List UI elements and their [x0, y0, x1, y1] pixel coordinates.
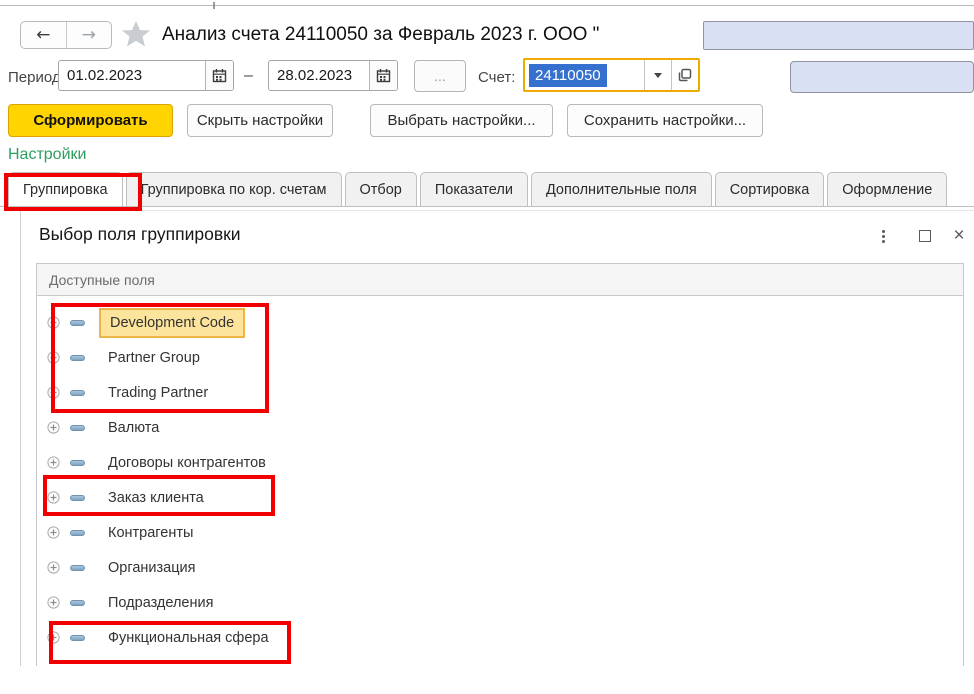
- expand-plus-icon[interactable]: [47, 596, 60, 609]
- tree-item-label: Контрагенты: [99, 520, 202, 546]
- field-tree: Development Code Partner Group Trading P…: [36, 296, 964, 666]
- tab-label: Группировка по кор. счетам: [141, 182, 327, 198]
- generate-button[interactable]: Сформировать: [8, 104, 173, 137]
- expand-plus-icon[interactable]: [47, 561, 60, 574]
- date-to-value[interactable]: 28.02.2023: [269, 61, 369, 90]
- splitter-tick[interactable]: [213, 2, 215, 9]
- field-icon: [70, 355, 85, 361]
- available-fields-table: Доступные поля Development Code Partner …: [36, 263, 964, 666]
- tree-item[interactable]: Подразделения: [37, 585, 963, 620]
- account-dropdown-button[interactable]: [644, 60, 671, 90]
- open-in-window-icon: [678, 68, 692, 82]
- window-top-divider: [0, 5, 974, 6]
- settings-tabs: Группировка Группировка по кор. счетам О…: [0, 172, 974, 207]
- dialog-title: Выбор поля группировки: [39, 224, 241, 245]
- tree-item[interactable]: Trading Partner: [37, 375, 963, 410]
- field-icon: [70, 425, 85, 431]
- tab-label: Дополнительные поля: [546, 182, 697, 198]
- tree-item[interactable]: Partner Group: [37, 340, 963, 375]
- tab-label: Оформление: [842, 182, 932, 198]
- date-to-field[interactable]: 28.02.2023: [268, 60, 398, 91]
- forward-button[interactable]: →: [67, 22, 112, 48]
- close-icon[interactable]: ×: [950, 227, 968, 245]
- tree-item[interactable]: Организация: [37, 550, 963, 585]
- hide-settings-button[interactable]: Скрыть настройки: [187, 104, 333, 137]
- tree-item-label: Функциональная сфера: [99, 625, 278, 651]
- period-label: Период:: [8, 69, 65, 86]
- tree-item-label: Development Code: [99, 308, 245, 338]
- account-field[interactable]: 24110050: [523, 58, 700, 92]
- tab-label: Отбор: [360, 182, 402, 198]
- tree-item[interactable]: Заказ клиента: [37, 480, 963, 515]
- tab-label: Сортировка: [730, 182, 810, 198]
- tree-item-label: Валюта: [99, 415, 168, 441]
- tab-label: Группировка: [23, 182, 108, 198]
- expand-plus-icon[interactable]: [47, 456, 60, 469]
- column-header: Доступные поля: [36, 263, 964, 296]
- field-icon: [70, 635, 85, 641]
- tree-item-label: Организация: [99, 555, 204, 581]
- expand-plus-icon[interactable]: [47, 351, 60, 364]
- account-analysis-window: ← → Анализ счета 24110050 за Февраль 202…: [0, 0, 974, 694]
- calendar-icon[interactable]: [369, 61, 397, 90]
- settings-tab-0[interactable]: Группировка: [8, 172, 123, 206]
- settings-tab-6[interactable]: Оформление: [827, 172, 947, 206]
- tree-item-label: Договоры контрагентов: [99, 450, 275, 476]
- tree-item[interactable]: Функциональная сфера: [37, 620, 963, 655]
- redacted-field: [790, 61, 974, 93]
- tree-item-label: Подразделения: [99, 590, 222, 616]
- field-icon: [70, 320, 85, 326]
- date-range-separator: –: [244, 67, 253, 85]
- account-value-area[interactable]: 24110050: [525, 60, 644, 90]
- field-icon: [70, 565, 85, 571]
- field-icon: [70, 390, 85, 396]
- expand-plus-icon[interactable]: [47, 421, 60, 434]
- tree-item[interactable]: Валюта: [37, 410, 963, 445]
- grouping-field-dialog: Выбор поля группировки × Доступные поля …: [20, 210, 974, 666]
- settings-tab-4[interactable]: Дополнительные поля: [531, 172, 712, 206]
- tab-label: Показатели: [435, 182, 513, 198]
- redacted-company-name: [703, 21, 974, 50]
- settings-tab-2[interactable]: Отбор: [345, 172, 417, 206]
- chevron-down-icon: [654, 73, 662, 78]
- expand-plus-icon[interactable]: [47, 316, 60, 329]
- field-icon: [70, 530, 85, 536]
- tree-item-label: Заказ клиента: [99, 485, 213, 511]
- settings-section-label: Настройки: [8, 146, 86, 164]
- expand-plus-icon[interactable]: [47, 526, 60, 539]
- expand-plus-icon[interactable]: [47, 491, 60, 504]
- tree-item[interactable]: Договоры контрагентов: [37, 445, 963, 480]
- account-value[interactable]: 24110050: [529, 64, 607, 87]
- expand-plus-icon[interactable]: [47, 631, 60, 644]
- favorite-star-icon[interactable]: [120, 18, 152, 55]
- history-nav-group: ← →: [20, 21, 112, 49]
- choose-settings-button[interactable]: Выбрать настройки...: [370, 104, 553, 137]
- date-from-value[interactable]: 01.02.2023: [59, 61, 205, 90]
- back-button[interactable]: ←: [21, 22, 67, 48]
- tree-item[interactable]: Development Code: [37, 305, 963, 340]
- tree-item-label: Partner Group: [99, 345, 209, 371]
- settings-tab-5[interactable]: Сортировка: [715, 172, 825, 206]
- settings-tab-1[interactable]: Группировка по кор. счетам: [126, 172, 342, 206]
- account-label: Счет:: [478, 69, 515, 86]
- field-icon: [70, 600, 85, 606]
- tree-item[interactable]: Контрагенты: [37, 515, 963, 550]
- tree-item-label: Trading Partner: [99, 380, 217, 406]
- expand-plus-icon[interactable]: [47, 386, 60, 399]
- field-icon: [70, 460, 85, 466]
- maximize-icon[interactable]: [916, 227, 934, 245]
- settings-tab-3[interactable]: Показатели: [420, 172, 528, 206]
- tree-rows: Development Code Partner Group Trading P…: [37, 305, 963, 655]
- page-title: Анализ счета 24110050 за Февраль 2023 г.…: [162, 24, 599, 46]
- more-menu-icon[interactable]: [874, 227, 892, 245]
- period-options-button[interactable]: ...: [414, 60, 466, 92]
- account-open-button[interactable]: [671, 60, 698, 90]
- date-from-field[interactable]: 01.02.2023: [58, 60, 234, 91]
- field-icon: [70, 495, 85, 501]
- save-settings-button[interactable]: Сохранить настройки...: [567, 104, 763, 137]
- calendar-icon[interactable]: [205, 61, 233, 90]
